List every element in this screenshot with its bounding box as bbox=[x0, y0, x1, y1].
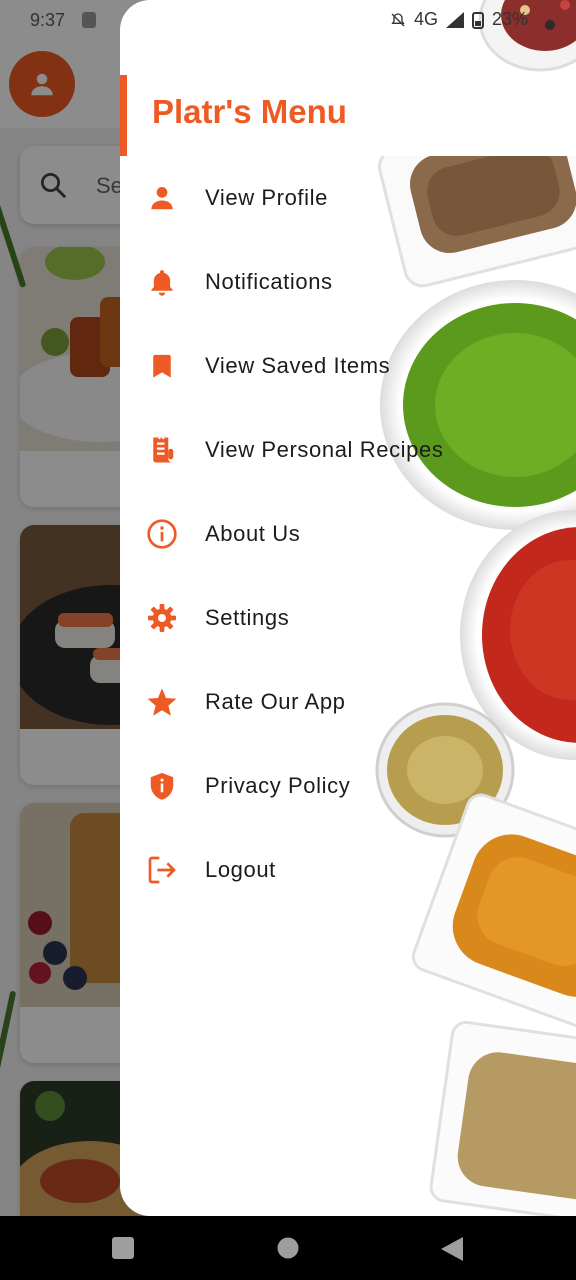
bookmark-icon bbox=[144, 348, 180, 384]
header-accent-bar bbox=[120, 75, 127, 156]
menu-item-about-us[interactable]: About Us bbox=[120, 492, 576, 576]
logout-icon bbox=[144, 852, 180, 888]
receipt-icon bbox=[144, 432, 180, 468]
system-navigation-bar bbox=[0, 1216, 576, 1280]
menu-item-label: View Personal Recipes bbox=[205, 437, 444, 462]
menu-item-label: Settings bbox=[205, 605, 290, 630]
menu-item-label: Notifications bbox=[205, 269, 333, 294]
menu-item-view-saved-items[interactable]: View Saved Items bbox=[120, 324, 576, 408]
menu-item-label: Rate Our App bbox=[205, 689, 346, 714]
menu-item-notifications[interactable]: Notifications bbox=[120, 240, 576, 324]
bell-icon bbox=[144, 264, 180, 300]
menu-item-view-personal-recipes[interactable]: View Personal Recipes bbox=[120, 408, 576, 492]
menu-item-logout[interactable]: Logout bbox=[120, 828, 576, 912]
home-button[interactable] bbox=[277, 1237, 299, 1259]
navigation-drawer: Platr's Menu View Profile Notifications … bbox=[120, 0, 576, 1216]
drawer-title: Platr's Menu bbox=[152, 93, 347, 130]
menu-item-label: View Saved Items bbox=[205, 353, 391, 378]
menu-item-label: View Profile bbox=[205, 185, 328, 210]
star-icon bbox=[144, 684, 180, 720]
info-icon bbox=[144, 516, 180, 552]
menu-item-label: Logout bbox=[205, 857, 276, 882]
gear-icon bbox=[144, 600, 180, 636]
drawer-header: Platr's Menu bbox=[120, 75, 576, 156]
menu-item-label: Privacy Policy bbox=[205, 773, 351, 798]
menu-item-settings[interactable]: Settings bbox=[120, 576, 576, 660]
menu-item-view-profile[interactable]: View Profile bbox=[120, 156, 576, 240]
menu-item-rate-our-app[interactable]: Rate Our App bbox=[120, 660, 576, 744]
menu-item-label: About Us bbox=[205, 521, 301, 546]
person-icon bbox=[144, 180, 180, 216]
shield-icon bbox=[144, 768, 180, 804]
menu-item-privacy-policy[interactable]: Privacy Policy bbox=[120, 744, 576, 828]
recents-button[interactable] bbox=[112, 1237, 134, 1259]
back-button[interactable] bbox=[441, 1237, 463, 1261]
